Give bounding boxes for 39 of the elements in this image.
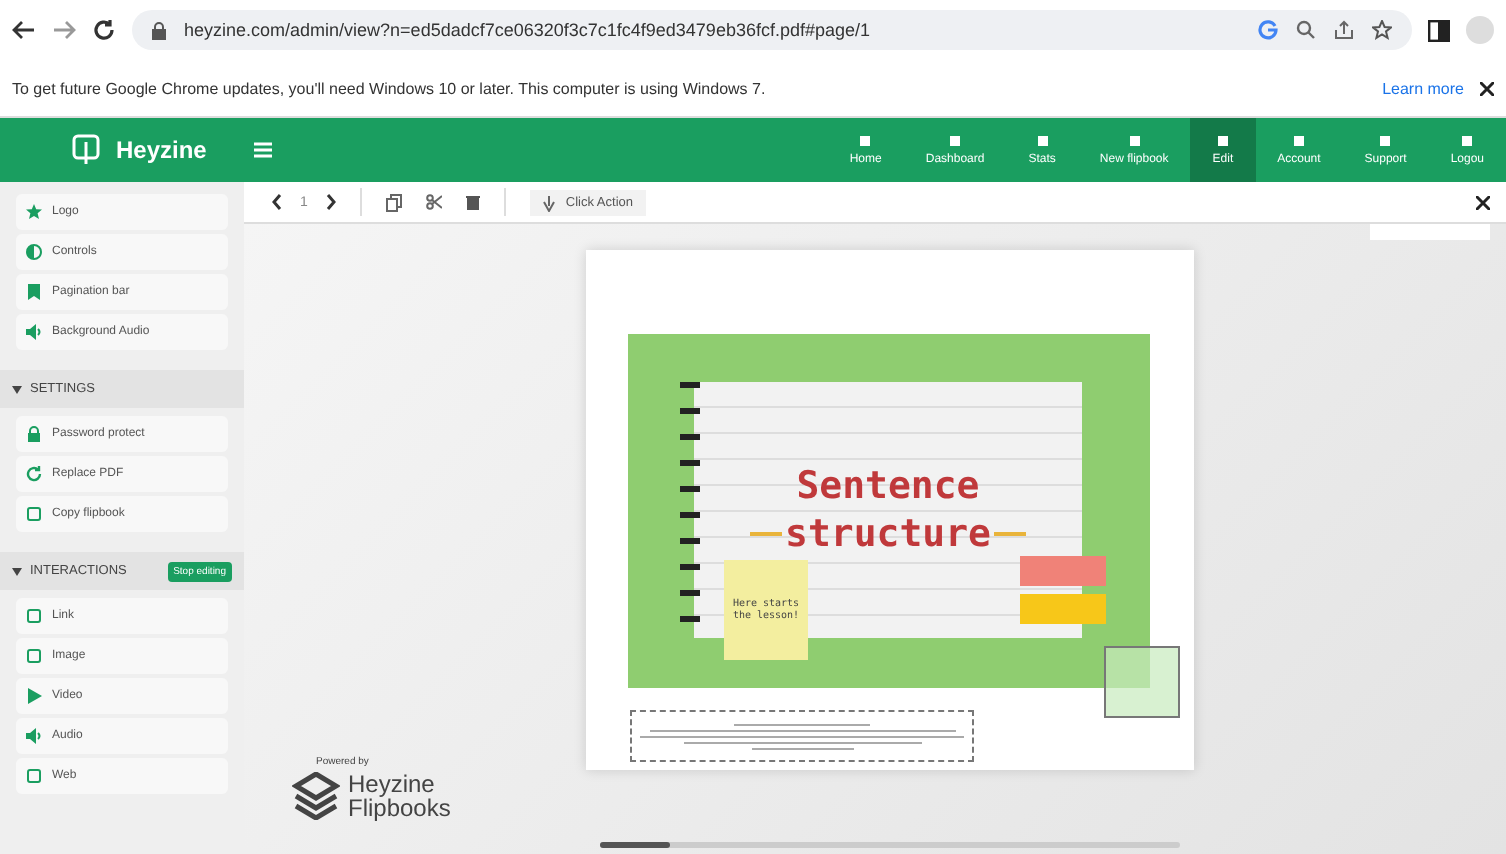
share-icon[interactable] xyxy=(1334,20,1354,40)
logo-name: Flipbooks xyxy=(348,796,451,820)
speaker-icon xyxy=(26,728,42,744)
selection-frame[interactable] xyxy=(1104,646,1180,718)
forward-icon[interactable] xyxy=(52,20,76,40)
learn-more-link[interactable]: Learn more xyxy=(1382,79,1464,97)
speaker-icon xyxy=(26,324,42,340)
bookmark-icon xyxy=(26,284,42,300)
refresh-icon xyxy=(26,466,42,482)
close-icon[interactable] xyxy=(1480,81,1494,95)
close-icon[interactable] xyxy=(1476,195,1490,209)
logo-icon xyxy=(292,772,340,820)
trash-icon[interactable] xyxy=(465,194,480,210)
back-icon[interactable] xyxy=(12,20,36,40)
lock-icon xyxy=(152,21,166,39)
reload-icon[interactable] xyxy=(92,18,116,42)
paper-tab-drawing xyxy=(1020,594,1106,624)
previous-icon[interactable] xyxy=(272,194,282,210)
logo-name: Heyzine xyxy=(348,772,437,796)
toggle-icon xyxy=(26,244,42,260)
star-icon[interactable] xyxy=(1372,20,1392,40)
star-icon xyxy=(26,204,42,220)
sidebar-icon[interactable] xyxy=(1428,19,1450,41)
menu-icon[interactable] xyxy=(254,142,273,158)
slide-subtitle: structure xyxy=(785,510,991,558)
brand-name: Heyzine xyxy=(116,136,207,164)
caret-icon[interactable] xyxy=(12,567,22,575)
logo-icon xyxy=(72,134,100,166)
zoom-icon[interactable] xyxy=(1296,20,1316,40)
update-message: To get future Google Chrome updates, you'll need Windows 10 or later. This computer is using Windows 7. xyxy=(12,79,766,97)
google-icon[interactable] xyxy=(1258,20,1278,40)
next-icon[interactable] xyxy=(325,194,336,210)
scissors-icon[interactable] xyxy=(425,194,442,210)
paper-tab-drawing xyxy=(1020,556,1106,586)
play-icon xyxy=(26,688,42,704)
address-bar[interactable]: heyzine.com/admin/view?n=ed5dadcf7ce06320f3c7c1fc4f9ed3479eb36fcf.pdf#page/1 xyxy=(132,10,1412,50)
caret-icon[interactable] xyxy=(12,385,22,393)
lock-icon xyxy=(26,426,42,442)
slide-title: Sentence xyxy=(796,462,980,510)
